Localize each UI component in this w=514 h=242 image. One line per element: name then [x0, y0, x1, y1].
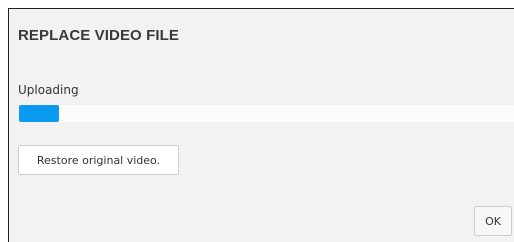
upload-progress-fill — [19, 105, 59, 122]
upload-status-label: Uploading — [18, 83, 79, 97]
dialog-title: REPLACE VIDEO FILE — [18, 27, 179, 44]
ok-button[interactable]: OK — [474, 206, 512, 236]
restore-original-video-button[interactable]: Restore original video. — [18, 145, 179, 175]
replace-video-dialog: REPLACE VIDEO FILE Uploading Restore ori… — [8, 8, 514, 242]
upload-progress-bar — [19, 105, 514, 122]
